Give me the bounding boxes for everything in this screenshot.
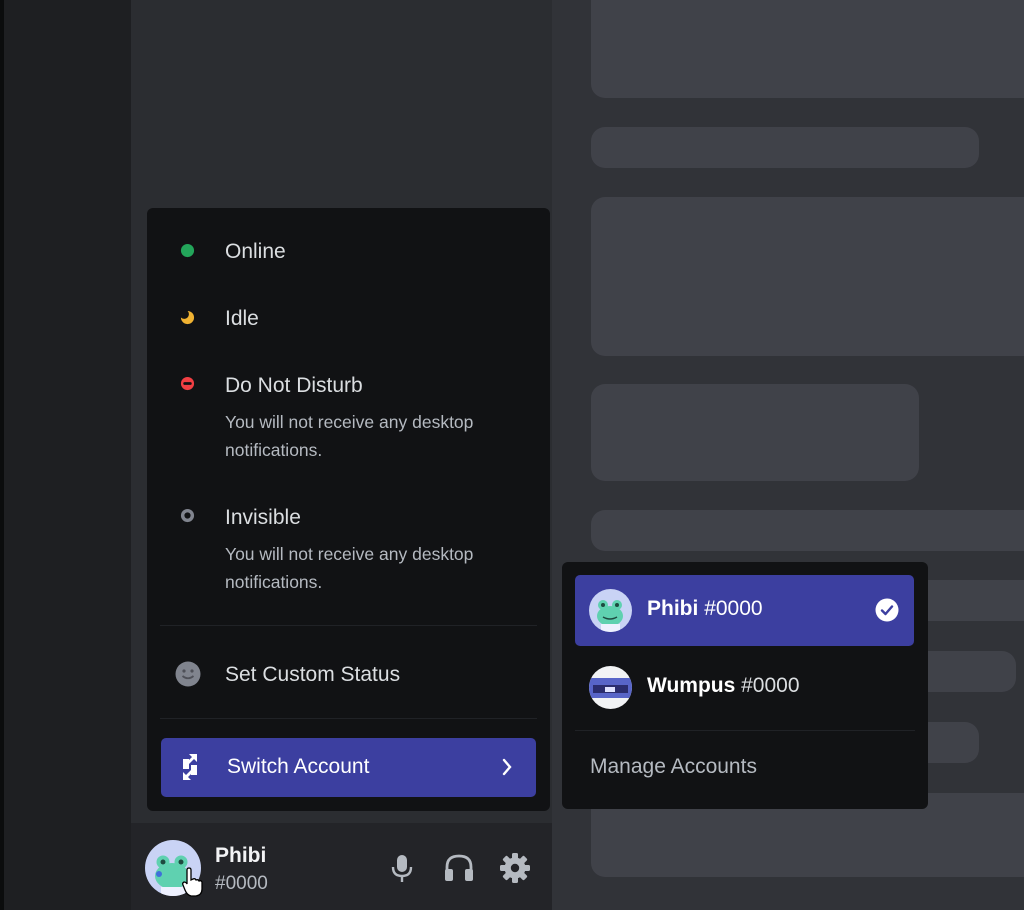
status-online-item[interactable]: Online (147, 233, 550, 273)
online-status-icon (180, 243, 195, 258)
manage-accounts-link[interactable]: Manage Accounts (590, 755, 757, 779)
account-name: Wumpus #0000 (647, 674, 800, 698)
frog-avatar-icon (589, 589, 632, 632)
server-rail (0, 0, 131, 910)
user-name: Phibi (215, 844, 267, 867)
status-dnd-item[interactable]: Do Not Disturb You will not receive any … (147, 368, 550, 468)
smiley-icon (175, 661, 201, 687)
checkmark-circle-icon (875, 598, 899, 622)
skeleton-block (591, 0, 1024, 98)
account-row-wumpus[interactable]: Wumpus #0000 (575, 652, 914, 723)
account-tag: #0000 (704, 597, 763, 620)
status-label: Online (225, 240, 286, 263)
user-settings-button[interactable] (497, 850, 533, 886)
account-tag: #0000 (741, 674, 800, 697)
switch-account-label: Switch Account (227, 755, 370, 778)
skeleton-line (591, 510, 1024, 551)
headphones-icon (445, 854, 473, 881)
gear-icon (500, 853, 530, 883)
status-invisible-item[interactable]: Invisible You will not receive any deskt… (147, 500, 550, 600)
switch-account-icon (183, 754, 197, 780)
account-username: Phibi (647, 597, 699, 620)
user-tag: #0000 (215, 873, 268, 894)
skeleton-line (591, 127, 979, 168)
avatar (589, 589, 632, 632)
wumpus-avatar-icon (589, 666, 632, 709)
mute-button[interactable] (384, 850, 420, 886)
status-description: You will not receive any desktop notific… (225, 544, 474, 592)
status-label: Idle (225, 307, 259, 330)
skeleton-block (591, 384, 919, 481)
menu-divider (160, 718, 537, 719)
switch-account-button[interactable]: Switch Account (161, 738, 536, 797)
account-row-phibi[interactable]: Phibi #0000 (575, 575, 914, 646)
avatar (589, 666, 632, 709)
status-description: You will not receive any desktop notific… (225, 412, 474, 460)
custom-status-label: Set Custom Status (225, 663, 401, 686)
account-name: Phibi #0000 (647, 597, 763, 621)
hand-cursor-icon (182, 867, 203, 897)
menu-divider (575, 730, 915, 731)
status-menu: Online Idle Do Not Disturb You will not … (147, 208, 550, 811)
menu-divider (160, 625, 537, 626)
microphone-icon (391, 855, 413, 882)
set-custom-status-item[interactable]: Set Custom Status (147, 653, 550, 697)
skeleton-block (591, 197, 1024, 356)
chevron-right-icon (502, 758, 512, 776)
idle-moon-icon (180, 310, 195, 325)
status-idle-item[interactable]: Idle (147, 300, 550, 340)
user-panel: Phibi #0000 (131, 823, 552, 910)
accounts-menu: Phibi #0000 Wumpus #0000 Manage Accounts (562, 562, 928, 809)
deafen-button[interactable] (441, 850, 477, 886)
invisible-status-icon (180, 508, 195, 523)
status-label: Do Not Disturb (225, 374, 363, 397)
account-username: Wumpus (647, 674, 736, 697)
dnd-status-icon (180, 376, 195, 391)
status-label: Invisible (225, 506, 301, 529)
